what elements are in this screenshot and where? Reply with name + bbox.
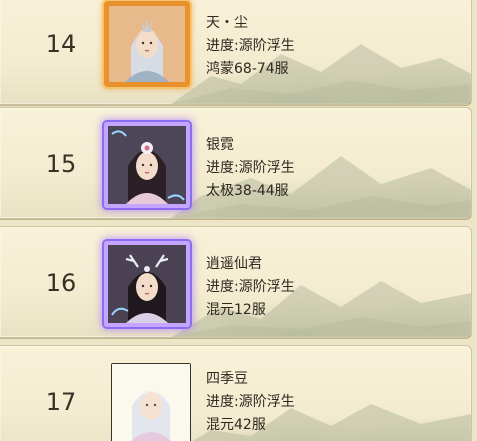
player-name: 逍遥仙君	[206, 256, 262, 272]
ranking-row-16[interactable]: 16 逍遥仙君 进度:源阶浮生 混元12服	[0, 226, 472, 338]
rank-number: 15	[45, 150, 77, 178]
server-text: 混元42服	[206, 417, 266, 433]
player-name: 天・尘	[206, 15, 248, 31]
ranking-row-15[interactable]: 15 银霓 进度:源阶浮生 太极38-44服	[0, 107, 472, 219]
rank-number: 16	[45, 269, 77, 297]
ranking-list: 14 天・尘 进度:源阶浮生 鸿蒙68-74服 15 银霓 进度:源阶浮生 太极…	[0, 0, 477, 441]
progress-text: 进度:源阶浮生	[206, 38, 295, 54]
player-name: 银霓	[206, 137, 234, 153]
ranking-row-17[interactable]: 17 四季豆 进度:源阶浮生 混元42服	[0, 345, 472, 441]
progress-text: 进度:源阶浮生	[206, 160, 295, 176]
server-text: 鸿蒙68-74服	[206, 61, 289, 77]
avatar-frame[interactable]	[104, 1, 190, 87]
white-hair-maiden-avatar-icon	[112, 364, 190, 441]
entry-info: 逍遥仙君 进度:源阶浮生 混元12服	[206, 253, 456, 322]
avatar-frame[interactable]	[104, 122, 190, 208]
antler-headdress-maiden-avatar-icon	[108, 245, 186, 323]
entry-info: 银霓 进度:源阶浮生 太极38-44服	[206, 134, 456, 203]
avatar-frame[interactable]	[104, 241, 190, 327]
player-name: 四季豆	[206, 371, 248, 387]
rank-number: 17	[45, 388, 77, 416]
rank-number: 14	[45, 30, 77, 58]
progress-text: 进度:源阶浮生	[206, 394, 295, 410]
entry-info: 天・尘 进度:源阶浮生 鸿蒙68-74服	[206, 12, 456, 81]
silver-hair-maiden-avatar-icon	[109, 6, 185, 82]
server-text: 混元12服	[206, 302, 266, 318]
avatar-frame[interactable]	[111, 363, 191, 441]
server-text: 太极38-44服	[206, 183, 289, 199]
entry-info: 四季豆 进度:源阶浮生 混元42服	[206, 368, 456, 437]
dark-hair-maiden-avatar-icon	[108, 126, 186, 204]
progress-text: 进度:源阶浮生	[206, 279, 295, 295]
ranking-row-14[interactable]: 14 天・尘 进度:源阶浮生 鸿蒙68-74服	[0, 0, 472, 105]
